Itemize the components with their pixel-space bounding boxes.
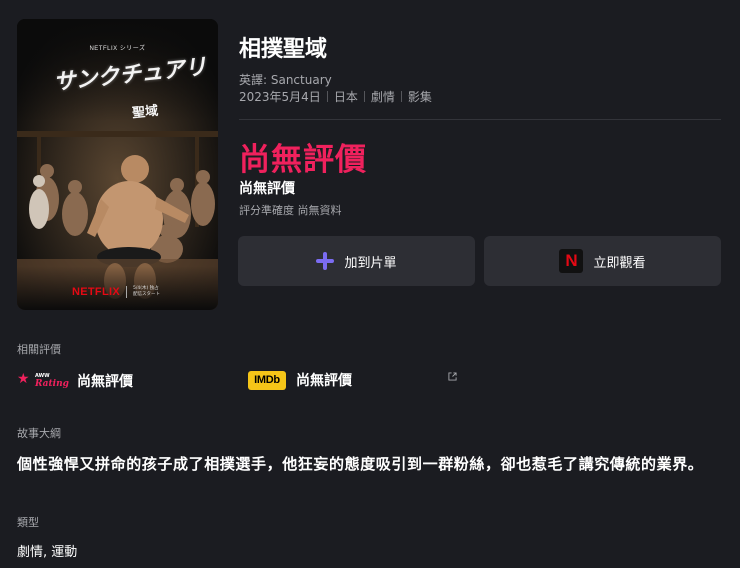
poster-subtitle-jp: 聖域 — [131, 103, 159, 122]
watch-now-label: 立即觀看 — [593, 255, 646, 271]
external-link-icon[interactable] — [448, 372, 457, 381]
content-type: 影集 — [407, 90, 432, 104]
release-date: 2023年5月4日 — [239, 90, 321, 104]
imdb-rating[interactable]: IMDb 尚無評價 — [248, 370, 352, 390]
plus-icon — [316, 252, 335, 270]
aww-logo-bottom: Rating — [35, 379, 69, 389]
aww-rating: ★ AWW Rating 尚無評價 — [17, 370, 133, 392]
meta-divider — [326, 91, 328, 102]
rating-label: 尚無評價 — [239, 181, 295, 197]
meta-info: 2023年5月4日 日本 劇情 影集 — [239, 88, 432, 105]
aww-rating-value: 尚無評價 — [77, 374, 133, 390]
meta-divider — [363, 91, 365, 102]
rating-accuracy-note: 評分準確度 尚無資料 — [239, 204, 342, 217]
genre-tag: 劇情 — [370, 90, 395, 104]
imdb-logo: IMDb — [248, 370, 286, 390]
poster-release-note: 5/4(木) 独占配信スタート — [132, 286, 160, 297]
genre-heading: 類型 — [17, 516, 39, 529]
header-divider — [239, 119, 721, 120]
aww-rating-logo: ★ AWW Rating — [17, 370, 69, 392]
poster-divider — [125, 286, 127, 298]
imdb-rating-value: 尚無評價 — [296, 373, 352, 389]
genre-list: 劇情, 運動 — [17, 545, 78, 560]
rating-headline: 尚無評價 — [239, 142, 367, 178]
page-title: 相撲聖域 — [239, 37, 328, 62]
add-to-list-button[interactable]: 加到片單 — [238, 236, 475, 286]
country: 日本 — [333, 90, 358, 104]
english-title: 英譯: Sanctuary — [239, 73, 332, 87]
poster-footer: NETFLIX 5/4(木) 独占配信スタート — [17, 286, 218, 298]
synopsis-text: 個性強悍又拼命的孩子成了相撲選手，他狂妄的態度吸引到一群粉絲，卻也惹毛了講究傳統… — [17, 455, 704, 473]
synopsis-heading: 故事大綱 — [17, 427, 61, 440]
watch-now-button[interactable]: N 立即觀看 — [484, 236, 721, 286]
netflix-icon: N — [559, 249, 584, 273]
add-to-list-label: 加到片單 — [344, 255, 397, 271]
star-icon: ★ — [17, 371, 30, 387]
related-ratings-heading: 相關評價 — [17, 343, 61, 356]
poster-netflix-logo: NETFLIX — [72, 286, 120, 298]
meta-divider — [400, 91, 402, 102]
poster-image: NETFLIX シリーズ サンクチュアリ 聖域 NETFLIX 5/4(木) 独… — [17, 19, 218, 310]
